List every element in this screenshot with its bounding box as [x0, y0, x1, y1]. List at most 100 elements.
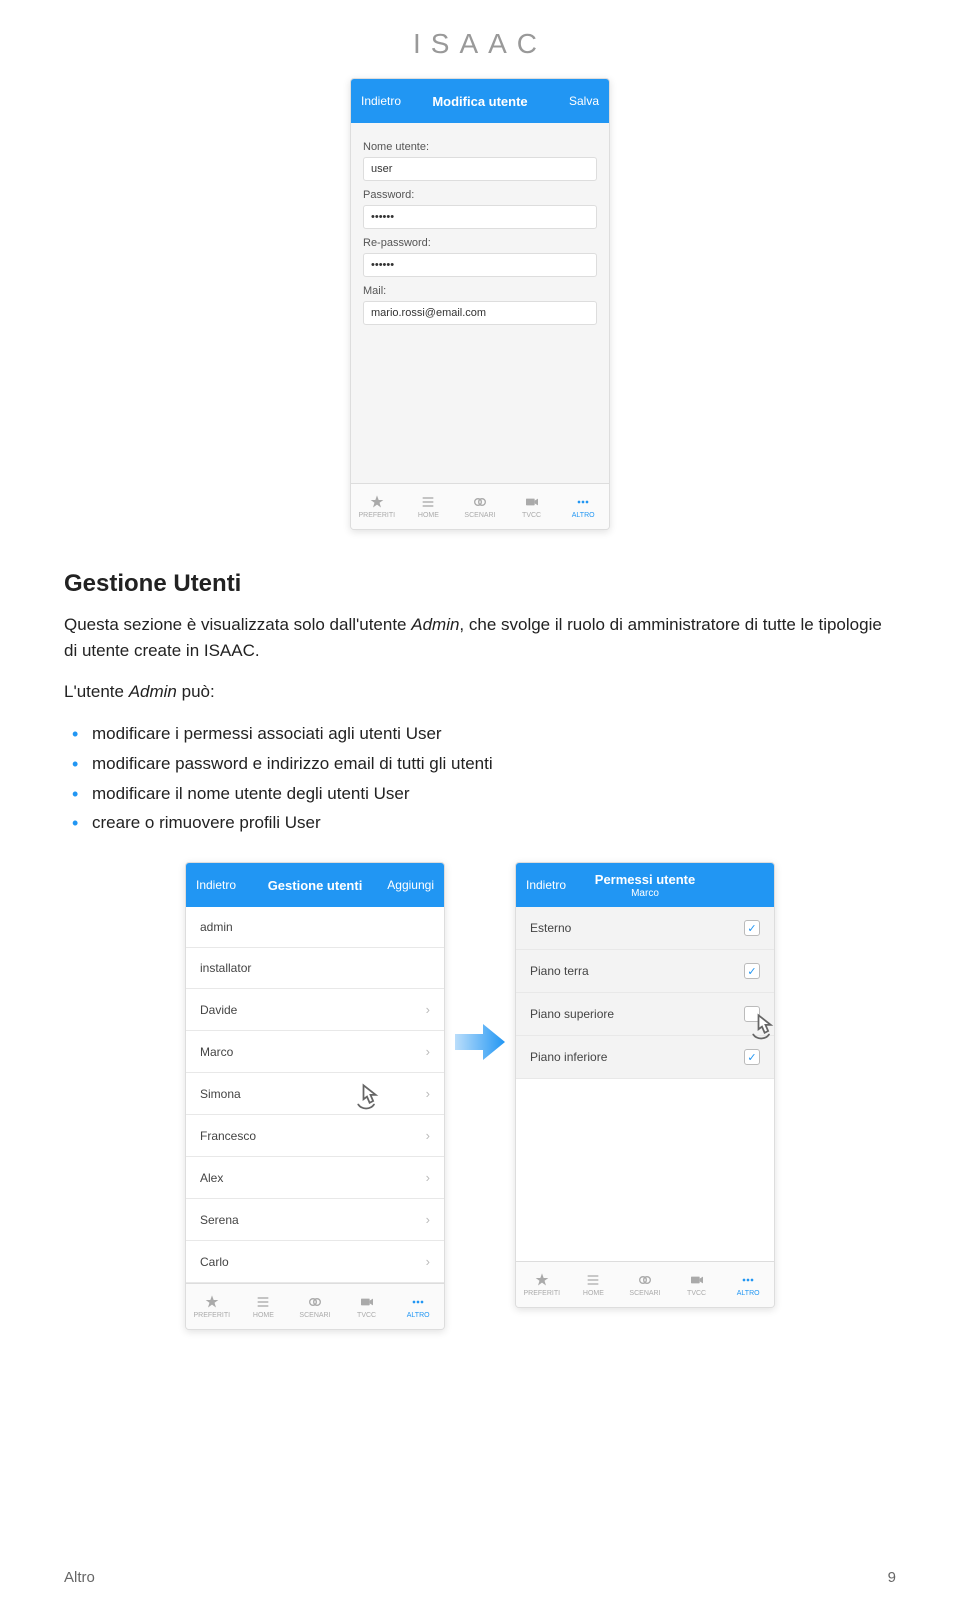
- tab-scenari[interactable]: SCENARI: [619, 1262, 671, 1307]
- footer-section: Altro: [64, 1569, 95, 1586]
- tab-tvcc[interactable]: TVCC: [341, 1284, 393, 1329]
- user-list-item[interactable]: Simona ›: [186, 1073, 444, 1115]
- brand-logo: ISAAC: [0, 0, 960, 78]
- checkbox[interactable]: ✓: [744, 920, 760, 936]
- document-section: Gestione Utenti Questa sezione è visuali…: [0, 570, 960, 838]
- dots-icon: [739, 1272, 757, 1288]
- permission-row[interactable]: Esterno ✓: [516, 907, 774, 950]
- checkbox[interactable]: ✓: [744, 963, 760, 979]
- chevron-right-icon: ›: [426, 1170, 430, 1185]
- repassword-label: Re-password:: [363, 237, 597, 249]
- checkbox[interactable]: ✓: [744, 1049, 760, 1065]
- tab-label: TVCC: [687, 1290, 706, 1297]
- tab-label: ALTRO: [407, 1312, 430, 1319]
- section-heading: Gestione Utenti: [64, 570, 896, 598]
- star-icon: [533, 1272, 551, 1288]
- user-list-item[interactable]: Francesco›: [186, 1115, 444, 1157]
- user-list-item[interactable]: Marco›: [186, 1031, 444, 1073]
- add-button[interactable]: Aggiungi: [386, 878, 434, 892]
- user-name: Simona: [200, 1087, 241, 1101]
- tab-label: ALTRO: [737, 1290, 760, 1297]
- tab-bar: PREFERITI HOME SCENARI TVCC ALTRO: [186, 1283, 444, 1329]
- username-field[interactable]: user: [363, 157, 597, 181]
- pointer-cursor-icon: [346, 1073, 388, 1115]
- circles-icon: [636, 1272, 654, 1288]
- user-list-item[interactable]: Serena›: [186, 1199, 444, 1241]
- back-button[interactable]: Indietro: [361, 94, 409, 108]
- circles-icon: [471, 494, 489, 510]
- user-list-item[interactable]: admin: [186, 907, 444, 948]
- tab-label: HOME: [253, 1312, 274, 1319]
- user-name: admin: [200, 920, 233, 934]
- permission-row[interactable]: Piano terra ✓: [516, 950, 774, 993]
- circles-icon: [306, 1294, 324, 1310]
- tab-label: PREFERITI: [194, 1312, 231, 1319]
- camera-icon: [688, 1272, 706, 1288]
- phone-mockup-edit-user: Indietro Modifica utente Salva Nome uten…: [350, 78, 610, 530]
- tab-tvcc[interactable]: TVCC: [671, 1262, 723, 1307]
- tab-preferiti[interactable]: PREFERITI: [516, 1262, 568, 1307]
- tab-altro[interactable]: ALTRO: [722, 1262, 774, 1307]
- phone-mockup-user-list: Indietro Gestione utenti Aggiungi admin i…: [185, 862, 445, 1330]
- tab-tvcc[interactable]: TVCC: [506, 484, 558, 529]
- intro-paragraph: Questa sezione è visualizzata solo dall'…: [64, 612, 896, 665]
- tab-label: TVCC: [522, 512, 541, 519]
- camera-icon: [358, 1294, 376, 1310]
- list-icon: [584, 1272, 602, 1288]
- tab-label: ALTRO: [572, 512, 595, 519]
- tab-home[interactable]: HOME: [238, 1284, 290, 1329]
- tab-home[interactable]: HOME: [403, 484, 455, 529]
- back-button[interactable]: Indietro: [526, 878, 574, 892]
- permission-label: Piano superiore: [530, 1007, 614, 1021]
- tab-label: PREFERITI: [524, 1290, 561, 1297]
- tab-label: HOME: [583, 1290, 604, 1297]
- chevron-right-icon: ›: [426, 1086, 430, 1101]
- user-list-item[interactable]: installator: [186, 948, 444, 989]
- user-name: Alex: [200, 1171, 223, 1185]
- tab-altro[interactable]: ALTRO: [557, 484, 609, 529]
- back-button[interactable]: Indietro: [196, 878, 244, 892]
- navbar: Indietro Modifica utente Salva: [351, 79, 609, 123]
- user-list-item[interactable]: Alex ›: [186, 1157, 444, 1199]
- page-footer: Altro 9: [64, 1569, 896, 1586]
- password-label: Password:: [363, 189, 597, 201]
- user-list-item[interactable]: Davide›: [186, 989, 444, 1031]
- password-field[interactable]: ••••••: [363, 205, 597, 229]
- tab-preferiti[interactable]: PREFERITI: [186, 1284, 238, 1329]
- phones-row: Indietro Gestione utenti Aggiungi admin i…: [0, 862, 960, 1330]
- user-name: installator: [200, 961, 251, 975]
- tab-altro[interactable]: ALTRO: [392, 1284, 444, 1329]
- list-item: modificare il nome utente degli utenti U…: [92, 779, 896, 809]
- save-button[interactable]: Salva: [551, 94, 599, 108]
- tab-label: SCENARI: [299, 1312, 330, 1319]
- tab-scenari[interactable]: SCENARI: [454, 484, 506, 529]
- permission-label: Piano terra: [530, 964, 589, 978]
- user-name: Serena: [200, 1213, 239, 1227]
- dots-icon: [574, 494, 592, 510]
- permission-row[interactable]: Piano inferiore✓: [516, 1036, 774, 1079]
- lead-paragraph: L'utente Admin può:: [64, 679, 896, 705]
- list-item: modificare i permessi associati agli ute…: [92, 719, 896, 749]
- tab-label: TVCC: [357, 1312, 376, 1319]
- tab-preferiti[interactable]: PREFERITI: [351, 484, 403, 529]
- page-title: Gestione utenti: [244, 878, 386, 893]
- tab-bar: PREFERITI HOME SCENARI TVCC ALTRO: [351, 483, 609, 529]
- tab-home[interactable]: HOME: [568, 1262, 620, 1307]
- repassword-field[interactable]: ••••••: [363, 253, 597, 277]
- pointer-cursor-icon: [741, 1003, 775, 1045]
- chevron-right-icon: ›: [426, 1254, 430, 1269]
- list-icon: [254, 1294, 272, 1310]
- phone-mockup-permissions: Indietro Permessi utente Marco Esterno✓P…: [515, 862, 775, 1308]
- permission-label: Esterno: [530, 921, 571, 935]
- permission-row[interactable]: Piano superiore: [516, 993, 774, 1036]
- user-list-item[interactable]: Carlo›: [186, 1241, 444, 1283]
- capabilities-list: modificare i permessi associati agli ute…: [64, 719, 896, 838]
- tab-scenari[interactable]: SCENARI: [289, 1284, 341, 1329]
- page-number: 9: [888, 1569, 896, 1586]
- arrow-icon: [450, 1012, 510, 1072]
- chevron-right-icon: ›: [426, 1002, 430, 1017]
- star-icon: [368, 494, 386, 510]
- navbar: Indietro Permessi utente Marco: [516, 863, 774, 907]
- email-field[interactable]: mario.rossi@email.com: [363, 301, 597, 325]
- list-icon: [419, 494, 437, 510]
